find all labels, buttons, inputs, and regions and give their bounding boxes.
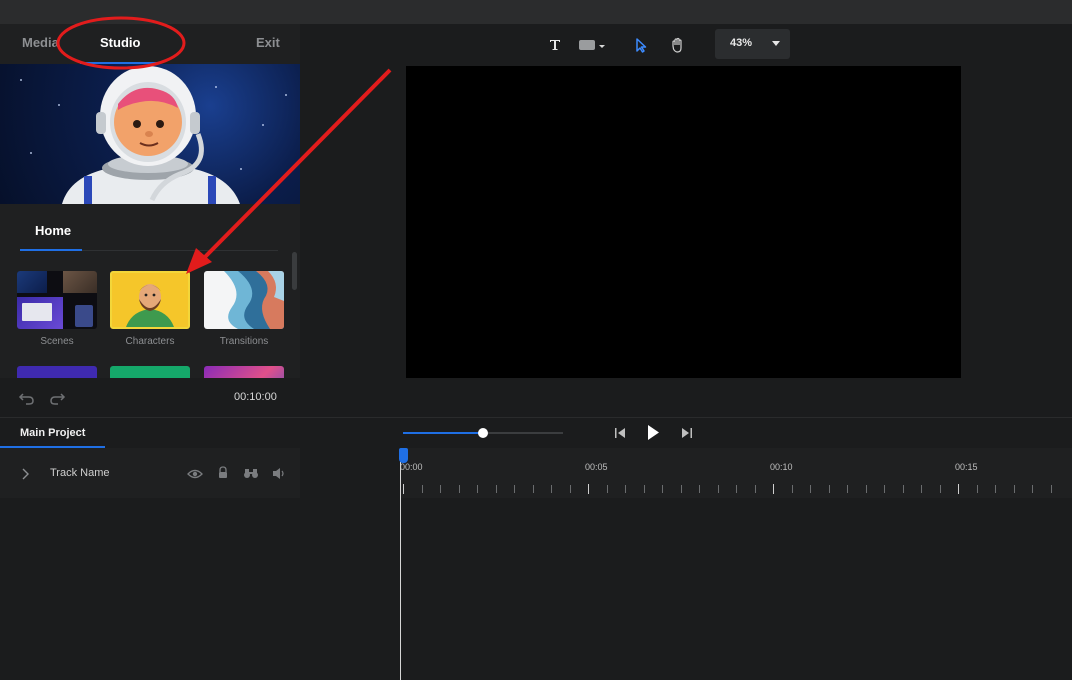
transitions-label: Transitions: [219, 336, 269, 347]
hand-tool[interactable]: [668, 34, 686, 56]
skip-forward-icon[interactable]: [680, 426, 694, 440]
binoculars-icon[interactable]: [243, 467, 259, 479]
timeline-ruler[interactable]: 00:00 00:05 00:10 00:15: [400, 448, 1072, 498]
ruler-tick: [921, 485, 922, 493]
eye-icon[interactable]: [187, 468, 203, 480]
skip-back-icon[interactable]: [613, 426, 627, 440]
ruler-tick: [1013, 485, 1015, 493]
scenes-label: Scenes: [40, 336, 74, 347]
ruler-tick: [440, 485, 441, 493]
select-tool[interactable]: [632, 34, 650, 56]
text-tool[interactable]: [546, 34, 564, 56]
volume-icon[interactable]: [272, 467, 288, 480]
library-tile[interactable]: [17, 366, 97, 378]
undo-icon[interactable]: [18, 389, 36, 405]
tab-home[interactable]: Home: [35, 223, 71, 238]
ruler-tick: [810, 485, 811, 493]
ruler-tick: [625, 485, 626, 493]
studio-banner-image: [0, 64, 300, 204]
ruler-tick: [1032, 485, 1033, 493]
ruler-tick: [865, 485, 867, 493]
time-display: 00:10:00: [234, 391, 277, 403]
tab-main-project[interactable]: Main Project: [20, 427, 85, 439]
track-name: Track Name: [50, 467, 110, 479]
exit-button[interactable]: Exit: [256, 35, 280, 50]
video-editor-app: Media Studio Exit Home Scenes Characters…: [0, 0, 1072, 680]
ruler-tick: [514, 485, 515, 493]
ruler-tick: [773, 484, 774, 494]
ruler-tick: [995, 485, 996, 493]
scenes-tile[interactable]: [17, 271, 97, 329]
ruler-tick: [643, 485, 645, 493]
ruler-tick: [958, 484, 959, 494]
tab-media[interactable]: Media: [22, 35, 59, 50]
preview-canvas[interactable]: [406, 66, 961, 378]
slider-fill: [403, 432, 483, 434]
track-header: Track Name: [0, 448, 300, 498]
astronaut-illustration: [62, 66, 240, 204]
transitions-thumbnail: [224, 271, 284, 329]
control-strip: 00:10:00: [0, 378, 1072, 418]
ruler-tick: [754, 485, 756, 493]
panel-nav-tabs: Media Studio Exit: [0, 24, 300, 64]
ruler-tick: [717, 485, 719, 493]
ruler-tick: [551, 485, 552, 493]
ruler-tick: [495, 485, 497, 493]
playhead-handle[interactable]: [399, 448, 408, 463]
tab-studio[interactable]: Studio: [100, 35, 140, 50]
ruler-tick: [976, 485, 978, 493]
text-icon: [550, 40, 560, 50]
slider-handle[interactable]: [478, 428, 488, 438]
zoom-select[interactable]: 43%: [715, 29, 790, 59]
redo-icon[interactable]: [48, 389, 66, 405]
ruler-label: 00:15: [955, 462, 978, 472]
playhead-line: [400, 460, 401, 680]
ruler-label: 00:10: [770, 462, 793, 472]
left-panel: Media Studio Exit Home Scenes Characters…: [0, 24, 300, 378]
library-tile[interactable]: [204, 366, 284, 378]
ruler-tick: [939, 485, 941, 493]
ruler-tick: [569, 485, 571, 493]
character-thumbnail: [126, 284, 174, 327]
ruler-tick: [736, 485, 737, 493]
ruler-tick: [699, 485, 700, 493]
shape-tool[interactable]: [578, 34, 608, 56]
chevron-right-icon[interactable]: [20, 468, 30, 480]
ruler-tick: [902, 485, 904, 493]
ruler-tick: [403, 484, 404, 494]
ruler-tick: [588, 484, 589, 494]
ruler-tick: [847, 485, 848, 493]
hand-icon: [672, 37, 682, 53]
chevron-down-icon: [772, 41, 780, 46]
zoom-value: 43%: [730, 37, 753, 49]
track-area[interactable]: [0, 498, 1072, 680]
ruler-tick: [680, 485, 682, 493]
lock-icon[interactable]: [217, 466, 229, 480]
ruler-tick: [421, 485, 423, 493]
ruler-label: 00:00: [400, 462, 423, 472]
shape-icon: [579, 40, 605, 50]
panel-scrollbar[interactable]: [292, 252, 297, 290]
ruler-tick: [662, 485, 663, 493]
ruler-tick: [458, 485, 460, 493]
ruler-tick: [791, 485, 793, 493]
ruler-tick: [606, 485, 608, 493]
select-cursor-icon: [636, 38, 647, 53]
window-titlebar: [0, 0, 1072, 24]
characters-label: Characters: [125, 336, 175, 347]
play-icon[interactable]: [646, 424, 660, 441]
ruler-tick: [532, 485, 534, 493]
ruler-tick: [1050, 485, 1052, 493]
ruler-tick: [828, 485, 830, 493]
characters-tile[interactable]: [110, 271, 190, 329]
active-tab-underline: [20, 249, 82, 251]
library-tile[interactable]: [110, 366, 190, 378]
ruler-tick: [884, 485, 885, 493]
timeline-header: Main Project: [0, 418, 1072, 448]
transitions-tile[interactable]: [204, 271, 284, 329]
ruler-tick: [477, 485, 478, 493]
ruler-label: 00:05: [585, 462, 608, 472]
